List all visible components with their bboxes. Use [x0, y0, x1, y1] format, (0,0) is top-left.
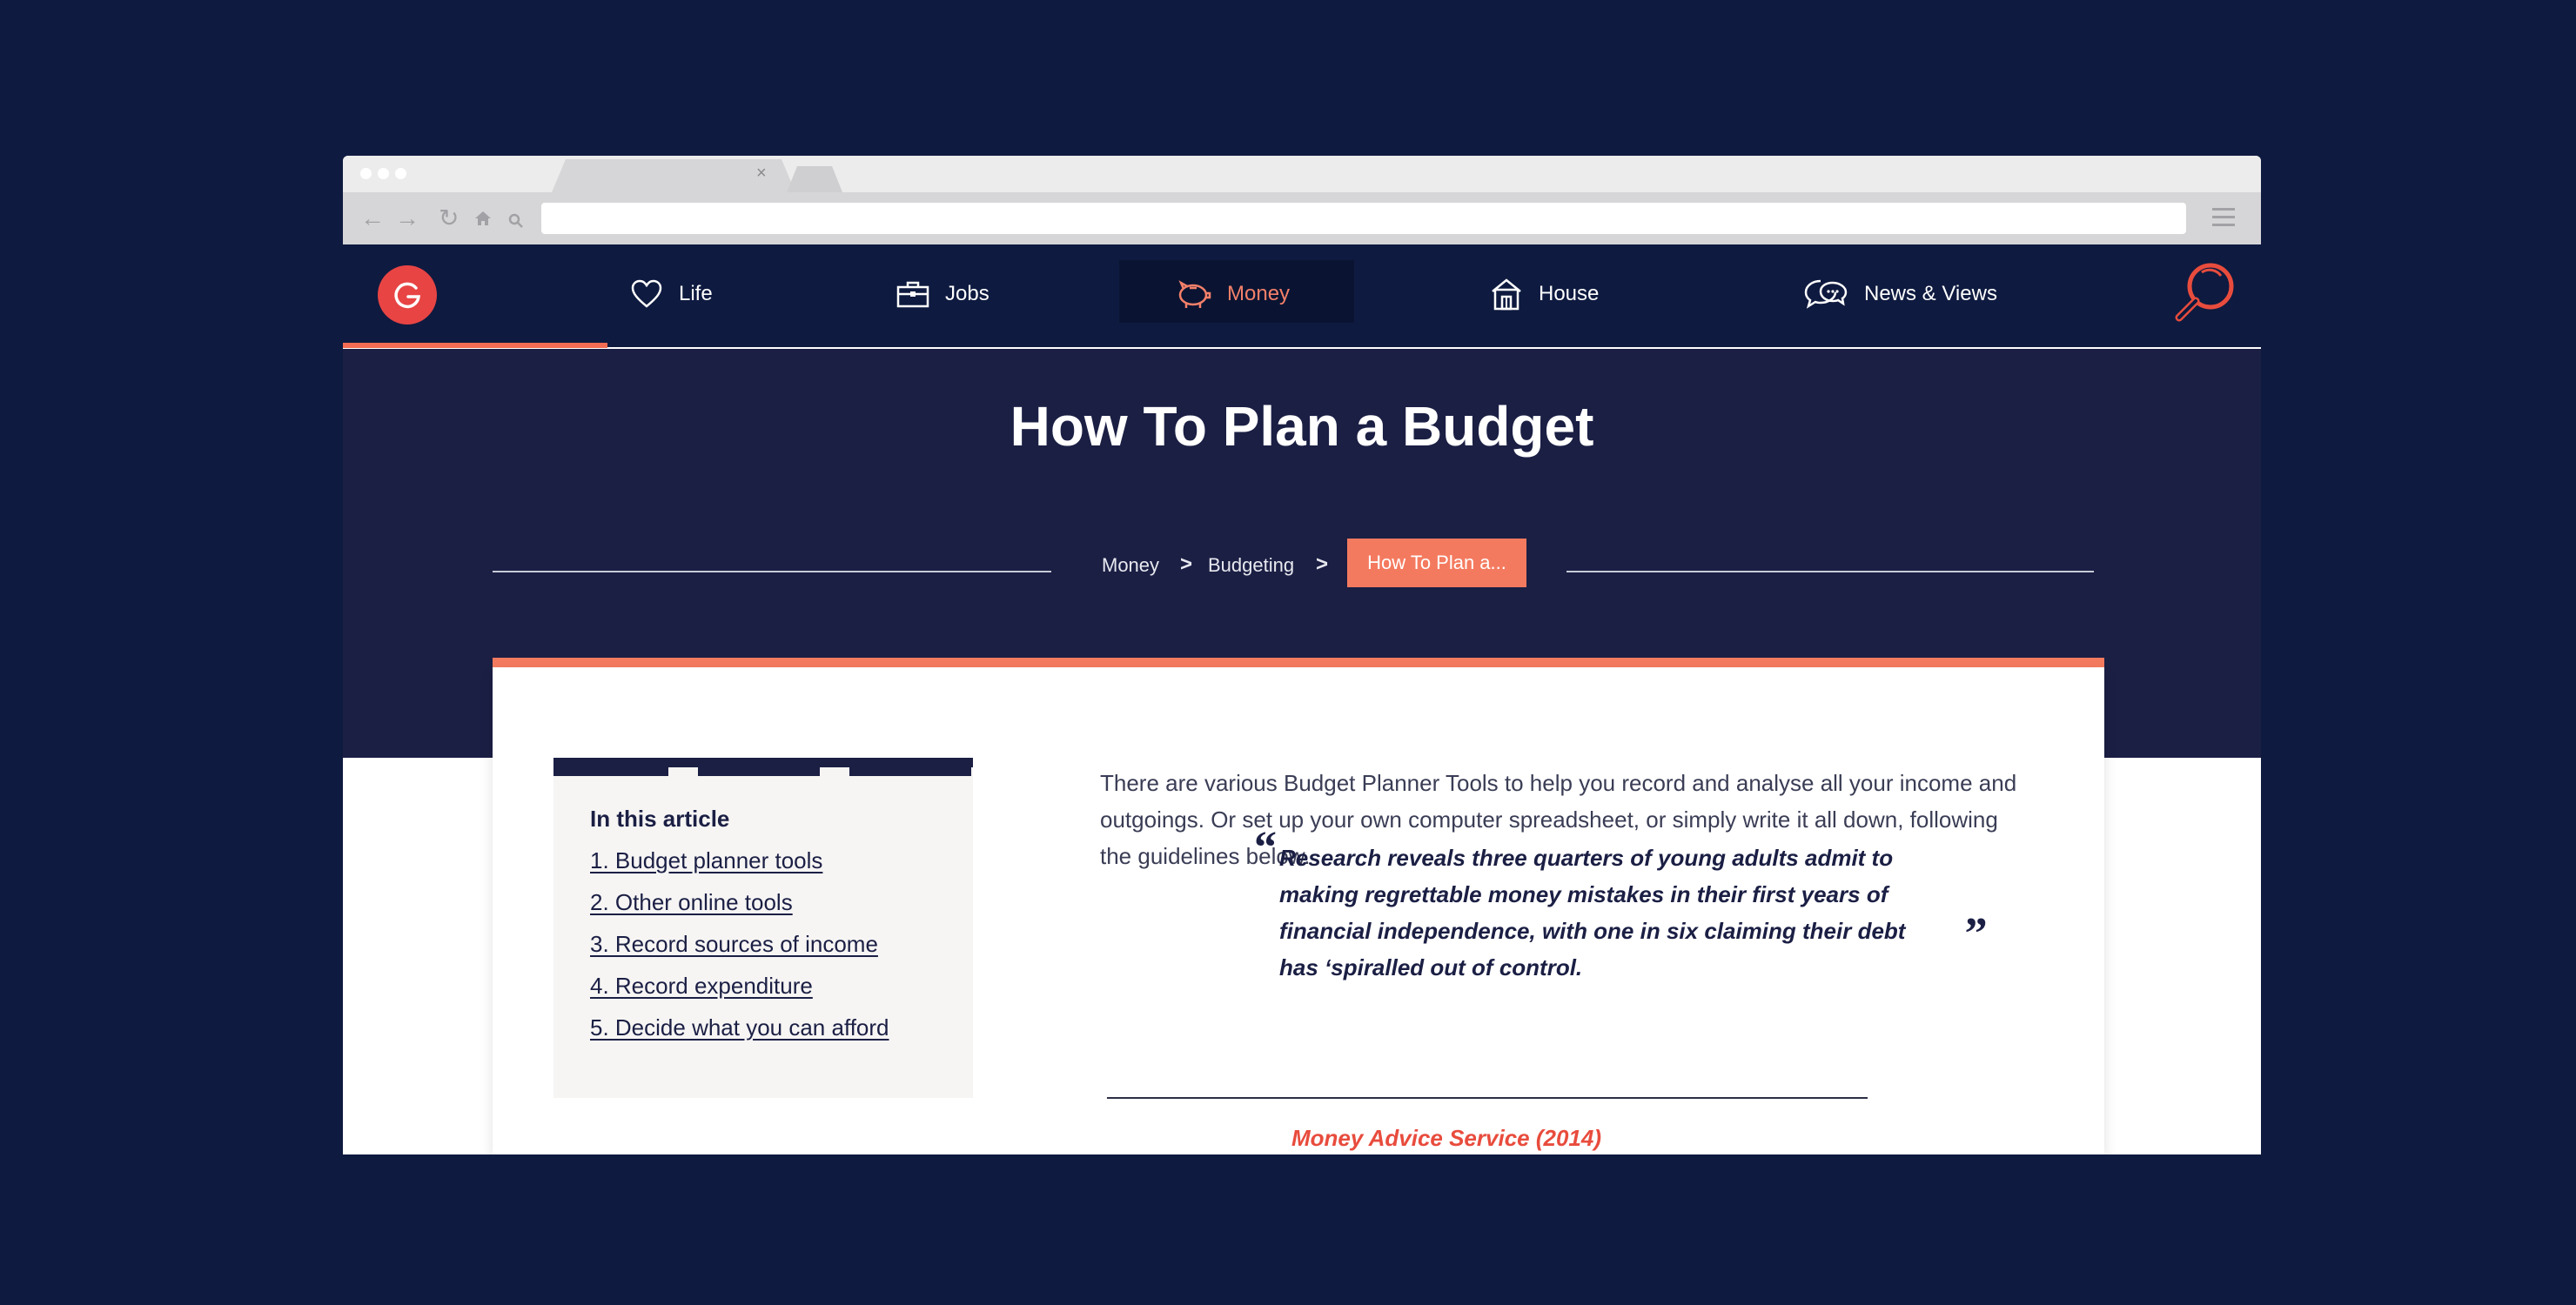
nav-label-house: House — [1539, 281, 1600, 305]
nav-item-news-views[interactable]: News & Views — [1803, 244, 1997, 343]
logo-icon[interactable] — [378, 265, 437, 325]
toc-link-budget-planner-tools[interactable]: 1. Budget planner tools — [590, 847, 822, 874]
nav-label-jobs: Jobs — [945, 281, 989, 305]
quote-divider — [1107, 1097, 1868, 1099]
forward-arrow-icon[interactable]: → — [395, 201, 419, 236]
breadcrumb-item-money[interactable]: Money — [1102, 554, 1159, 577]
quote-open-mark: “ — [1254, 823, 1277, 873]
nav-label-money: Money — [1227, 281, 1291, 305]
toc-link-decide-what-you-can-afford[interactable]: 5. Decide what you can afford — [590, 1014, 889, 1041]
nav-item-life[interactable]: Life — [630, 244, 713, 343]
browser-titlebar: × — [343, 156, 2261, 192]
breadcrumb-item-budgeting[interactable]: Budgeting — [1208, 554, 1294, 577]
quote-close-mark: „ — [1965, 886, 1988, 935]
pull-quote: Research reveals three quarters of young… — [1279, 845, 1906, 980]
page-title: How To Plan a Budget — [1010, 395, 1594, 458]
share-bar-2 — [698, 766, 820, 776]
breadcrumb-line-left — [493, 571, 1051, 572]
nav-label-news-views: News & Views — [1864, 281, 1997, 305]
window-minimize-dot[interactable] — [378, 168, 389, 179]
house-icon — [1492, 278, 1521, 310]
browser-menu-icon[interactable] — [2212, 208, 2235, 227]
nav-active-underline — [343, 343, 607, 348]
site-navigation: Life Jobs Money House News & Views — [343, 244, 2261, 351]
briefcase-icon — [896, 281, 929, 307]
browser-window: × ← → ↻ Life Jobs Money House News & Vie… — [343, 156, 2261, 1154]
breadcrumb-item-current: How To Plan a... — [1347, 539, 1526, 587]
breadcrumb-line-right — [1566, 571, 2094, 572]
reload-icon[interactable]: ↻ — [439, 201, 459, 236]
address-bar[interactable] — [541, 203, 2186, 234]
nav-item-jobs[interactable]: Jobs — [896, 244, 989, 343]
share-bar-3 — [849, 766, 971, 776]
back-arrow-icon[interactable]: ← — [360, 201, 385, 236]
browser-tab-new[interactable] — [787, 166, 842, 192]
share-bar-1 — [553, 766, 668, 776]
home-icon[interactable] — [473, 203, 493, 238]
table-of-contents: In this article 1. Budget planner tools … — [553, 758, 973, 1098]
chat-bubbles-icon — [1804, 279, 1848, 309]
toc-link-record-expenditure[interactable]: 4. Record expenditure — [590, 973, 813, 1000]
nav-item-money[interactable]: Money — [1175, 244, 1290, 343]
search-small-icon — [508, 204, 524, 238]
toc-link-record-sources-of-income[interactable]: 3. Record sources of income — [590, 931, 878, 958]
piggy-bank-icon — [1178, 279, 1211, 308]
breadcrumb-separator: > — [1316, 552, 1329, 576]
tab-close-icon[interactable]: × — [756, 164, 767, 184]
window-close-dot[interactable] — [360, 168, 372, 179]
nav-item-house[interactable]: House — [1490, 244, 1599, 343]
nav-label-life: Life — [679, 281, 713, 305]
breadcrumb-separator: > — [1180, 552, 1193, 576]
search-icon[interactable] — [2172, 260, 2238, 331]
quote-source: Money Advice Service (2014) — [1291, 1125, 1601, 1151]
card-accent-bar — [493, 658, 2104, 667]
heart-icon — [631, 279, 662, 308]
article-card: In this article 1. Budget planner tools … — [493, 667, 2104, 1154]
toc-link-other-online-tools[interactable]: 2. Other online tools — [590, 889, 793, 916]
browser-toolbar: ← → ↻ — [343, 192, 2261, 244]
window-maximize-dot[interactable] — [395, 168, 406, 179]
toc-heading: In this article — [590, 806, 730, 832]
